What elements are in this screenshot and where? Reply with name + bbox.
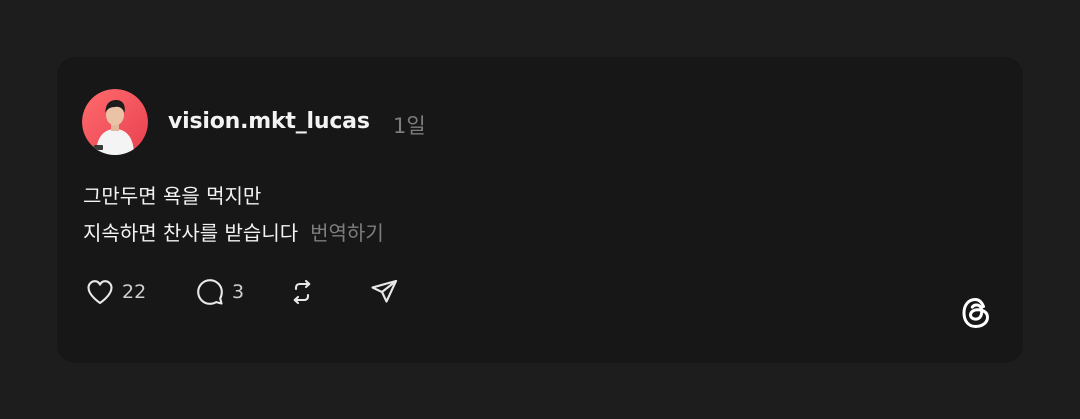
post-timestamp[interactable]: 1일: [393, 110, 426, 140]
post-text-line-1: 그만두면 욕을 먹지만: [83, 180, 261, 209]
post-text-line-2-content: 지속하면 찬사를 받습니다: [83, 221, 299, 245]
avatar-image: [82, 89, 148, 155]
translate-link[interactable]: 번역하기: [310, 221, 384, 245]
post-card: vision.mkt_lucas 1일 그만두면 욕을 먹지만 지속하면 찬사를…: [57, 57, 1023, 363]
reply-button[interactable]: 3: [195, 277, 244, 307]
post-text-line-2: 지속하면 찬사를 받습니다 번역하기: [83, 217, 384, 246]
speech-bubble-icon: [195, 277, 225, 307]
share-button[interactable]: [369, 277, 399, 307]
threads-logo-icon: [962, 298, 989, 328]
paper-plane-icon: [369, 277, 399, 307]
repost-button[interactable]: [287, 277, 317, 307]
repost-icon: [287, 277, 317, 307]
username[interactable]: vision.mkt_lucas: [168, 109, 370, 134]
threads-logo[interactable]: [956, 293, 996, 333]
heart-icon: [85, 278, 115, 306]
like-count: 22: [122, 281, 147, 303]
reply-count: 3: [232, 281, 245, 303]
avatar[interactable]: [82, 89, 148, 155]
post-text-line-1-content: 그만두면 욕을 먹지만: [83, 184, 262, 208]
like-button[interactable]: 22: [85, 277, 146, 307]
